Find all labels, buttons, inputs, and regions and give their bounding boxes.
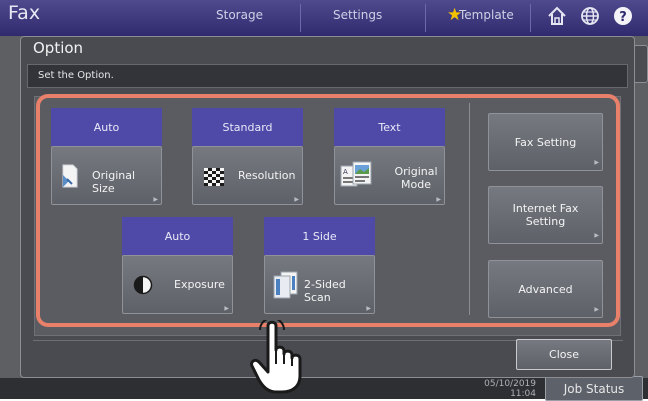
job-status-button[interactable]: Job Status — [545, 376, 643, 401]
close-button[interactable]: Close — [516, 339, 612, 370]
date-time: 05/10/2019 11:04 — [456, 379, 536, 399]
fax-header: Fax Storage Settings ★ Template ? — [0, 0, 648, 36]
tab-divider — [300, 4, 301, 32]
svg-text:?: ? — [619, 10, 627, 25]
message-bar: Set the Option. — [27, 64, 628, 88]
highlight-frame — [36, 94, 620, 327]
home-icon[interactable] — [546, 5, 568, 27]
date-text: 05/10/2019 — [484, 379, 536, 389]
tab-storage[interactable]: Storage — [216, 8, 263, 22]
dialog-title: Option — [33, 39, 84, 57]
help-icon[interactable]: ? — [612, 5, 634, 27]
fax-title: Fax — [8, 2, 41, 24]
tab-settings[interactable]: Settings — [333, 8, 382, 22]
tab-divider — [425, 4, 426, 32]
pointing-hand-icon — [250, 320, 302, 394]
tab-divider — [530, 4, 531, 32]
tab-template[interactable]: Template — [459, 8, 514, 22]
time-text: 11:04 — [510, 389, 536, 399]
dialog-message: Set the Option. — [38, 70, 114, 81]
globe-icon[interactable] — [579, 5, 601, 27]
